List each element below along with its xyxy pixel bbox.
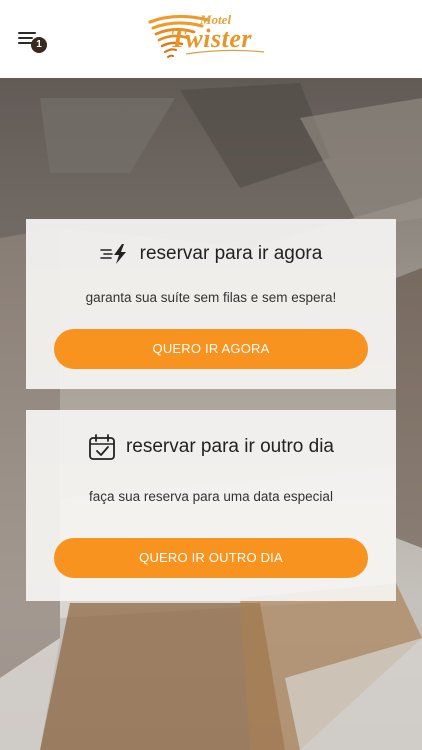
card-subtitle: garanta sua suíte sem filas e sem espera… xyxy=(85,290,337,305)
card-title-row: reservar para ir outro dia xyxy=(26,433,396,461)
card-title-row: reservar para ir agora xyxy=(26,243,396,265)
notification-badge: 1 xyxy=(31,37,47,53)
menu-line xyxy=(18,32,36,34)
menu-line xyxy=(18,37,33,39)
motel-twister-logo: Motel Twister xyxy=(146,10,276,66)
card-title: reservar para ir outro dia xyxy=(125,436,335,457)
speed-bolt-icon xyxy=(99,244,126,264)
menu-button[interactable]: 1 xyxy=(18,30,50,54)
go-another-day-button[interactable]: QUERO IR OUTRO DIA xyxy=(54,538,368,578)
logo-twister-text: Twister xyxy=(170,24,252,53)
go-now-button[interactable]: QUERO IR AGORA xyxy=(54,329,368,369)
card-title: reservar para ir agora xyxy=(139,243,323,264)
reserve-another-day-card: reservar para ir outro dia faça sua rese… xyxy=(26,410,396,601)
card-subtitle: faça sua reserva para uma data especial xyxy=(89,489,333,504)
app-screen: 1 Motel Twister reservar para ir agora g… xyxy=(0,0,422,750)
calendar-check-icon xyxy=(89,434,115,460)
app-header: 1 Motel Twister xyxy=(0,0,422,78)
reserve-now-card: reservar para ir agora garanta sua suíte… xyxy=(26,219,396,389)
